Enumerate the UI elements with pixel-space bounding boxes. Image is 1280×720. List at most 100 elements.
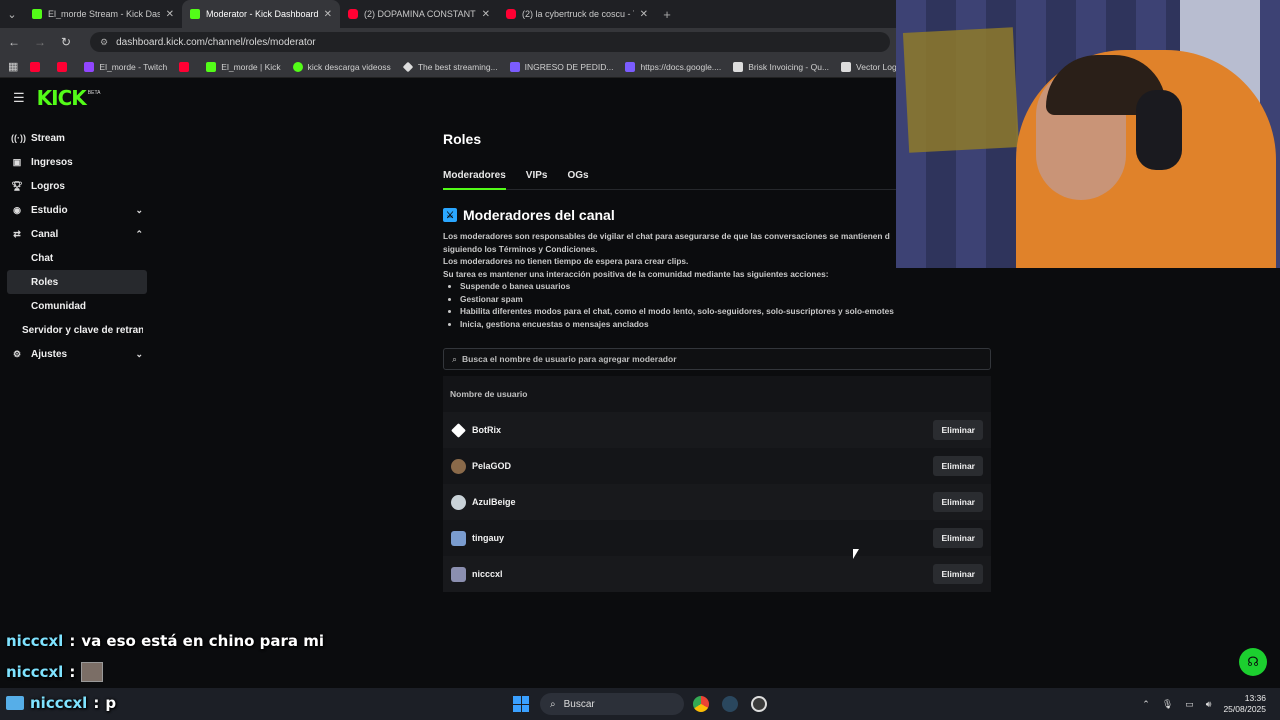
table-header: Nombre de usuario [443, 376, 991, 412]
sidebar-item-label: Ajustes [31, 348, 68, 360]
table-row: tingauy Eliminar [443, 520, 991, 556]
tab-moderadores[interactable]: Moderadores [443, 170, 506, 190]
sidebar-item-logros[interactable]: 🏆︎ Logros [0, 174, 155, 198]
hamburger-menu-icon[interactable]: ☰ [13, 90, 25, 106]
chevron-down-icon[interactable]: ⌄ [135, 349, 143, 360]
url-text: dashboard.kick.com/channel/roles/moderat… [116, 36, 316, 48]
site-info-icon[interactable]: ⚙ [100, 37, 108, 48]
sidebar-item-label: Canal [31, 228, 59, 240]
tab-search-chevron-icon[interactable]: ⌄ [0, 0, 24, 28]
form-icon [625, 61, 636, 72]
chat-badge [6, 696, 24, 710]
taskbar-search[interactable]: ⌕ Buscar [540, 693, 684, 715]
studio-icon: ◉ [13, 204, 21, 215]
browser-tab-4[interactable]: (2) la cybertruck de coscu - You ✕ [498, 0, 656, 28]
broadcast-icon: ((·)) [11, 133, 26, 143]
remove-moderator-button[interactable]: Eliminar [933, 492, 983, 512]
sidebar-item-label: Ingresos [31, 156, 73, 168]
remove-moderator-button[interactable]: Eliminar [933, 456, 983, 476]
bookmark-item[interactable]: El_morde | Kick [206, 61, 281, 72]
windows-start-icon[interactable] [513, 696, 529, 712]
chat-username: nicccxl [6, 632, 64, 650]
url-bar[interactable]: ⚙ dashboard.kick.com/channel/roles/moder… [90, 32, 890, 52]
mouse-cursor [853, 549, 859, 559]
tab-vips[interactable]: VIPs [526, 170, 548, 190]
windows-taskbar: ⌕ Buscar ⌃ 🎙︎ ▭ 🔊︎ 13:36 25/08/2025 [0, 688, 1280, 720]
chevron-up-icon[interactable]: ⌃ [135, 229, 143, 240]
sidebar-item-ajustes[interactable]: ⚙ Ajustes ⌄ [0, 342, 155, 366]
bookmark-label: The best streaming... [417, 61, 498, 72]
bookmark-item[interactable] [30, 61, 45, 72]
headphones-icon [1136, 90, 1182, 170]
chrome-icon[interactable] [693, 696, 709, 712]
browser-tab-1[interactable]: El_morde Stream - Kick Dashbo ✕ [24, 0, 182, 28]
list-item: Habilita diferentes modos para el chat, … [460, 305, 1003, 318]
new-tab-button[interactable]: + [656, 0, 678, 28]
browser-tab-2[interactable]: Moderator - Kick Dashboard ✕ [182, 0, 340, 28]
clock-time: 13:36 [1244, 693, 1266, 703]
close-icon[interactable]: ✕ [640, 9, 648, 20]
bookmark-label: El_morde - Twitch [99, 61, 168, 72]
sidebar-item-label: Comunidad [31, 300, 86, 312]
steam-icon[interactable] [722, 696, 738, 712]
bookmark-label: https://docs.google.... [640, 61, 722, 72]
bookmark-item[interactable]: INGRESO DE PEDID... [509, 61, 613, 72]
kick-favicon-icon [190, 9, 200, 19]
remove-moderator-button[interactable]: Eliminar [933, 564, 983, 584]
sidebar-item-ingresos[interactable]: ▣ Ingresos [0, 150, 155, 174]
close-icon[interactable]: ✕ [324, 9, 332, 20]
chat-overlay-line: nicccxl: [6, 662, 104, 682]
close-icon[interactable]: ✕ [482, 9, 490, 20]
apps-grid-icon[interactable]: ▦ [8, 60, 18, 73]
kick-logo[interactable]: KICK [37, 86, 87, 110]
bookmark-item[interactable]: kick descarga videoss [292, 61, 391, 72]
reload-icon[interactable]: ↻ [58, 35, 74, 49]
obs-icon[interactable] [751, 696, 767, 712]
moderator-search[interactable]: ⌕ [443, 348, 991, 370]
close-icon[interactable]: ✕ [166, 9, 174, 20]
sidebar-item-servidor[interactable]: Servidor y clave de retrans [0, 318, 155, 342]
sidebar: ☰ KICK BETA ((·)) Stream ▣ Ingresos 🏆︎ L… [0, 78, 155, 688]
bookmark-label: kick descarga videoss [307, 61, 391, 72]
bookmark-item[interactable] [57, 61, 72, 72]
sidebar-item-label: Roles [31, 276, 59, 288]
support-chat-button[interactable]: ☊ [1239, 648, 1267, 676]
browser-tab-3[interactable]: (2) DOPAMINA CONSTANTE 🔥 ✕ [340, 0, 498, 28]
sidebar-subitem-chat[interactable]: Chat [7, 246, 147, 270]
chat-separator: : [93, 694, 100, 712]
search-input[interactable] [462, 354, 990, 364]
moderator-name: AzulBeige [472, 497, 516, 507]
forward-arrow-icon[interactable]: → [32, 35, 48, 49]
sidebar-item-stream[interactable]: ((·)) Stream [0, 126, 155, 150]
chevron-up-icon[interactable]: ⌃ [1142, 699, 1150, 710]
list-item: Suspende o banea usuarios [460, 280, 1003, 293]
sword-icon: ⚔ [443, 208, 457, 222]
clock[interactable]: 13:36 25/08/2025 [1223, 693, 1266, 715]
bookmark-item[interactable]: https://docs.google.... [625, 61, 722, 72]
bookmark-item[interactable]: Brisk Invoicing - Qu... [733, 61, 829, 72]
tab-title: El_morde Stream - Kick Dashbo [48, 9, 160, 19]
chevron-down-icon[interactable]: ⌄ [135, 205, 143, 216]
moderator-name: BotRix [472, 425, 501, 435]
sidebar-item-canal[interactable]: ⇄ Canal ⌃ [0, 222, 155, 246]
tab-ogs[interactable]: OGs [567, 170, 588, 190]
network-icon[interactable]: ▭ [1185, 699, 1194, 710]
money-icon: ▣ [12, 156, 22, 167]
bookmark-item[interactable]: The best streaming... [402, 61, 498, 72]
bookmark-item[interactable]: El_morde - Twitch [84, 61, 168, 72]
back-arrow-icon[interactable]: ← [6, 35, 22, 49]
section-title-text: Moderadores del canal [463, 207, 615, 223]
diamond-icon [402, 61, 414, 72]
avatar [451, 458, 466, 474]
tab-title: (2) DOPAMINA CONSTANTE 🔥 [364, 8, 476, 19]
sidebar-item-estudio[interactable]: ◉ Estudio ⌄ [0, 198, 155, 222]
avatar [451, 566, 466, 582]
remove-moderator-button[interactable]: Eliminar [933, 528, 983, 548]
sidebar-subitem-comunidad[interactable]: Comunidad [7, 294, 147, 318]
microphone-icon[interactable]: 🎙︎ [1162, 699, 1173, 710]
bookmark-item[interactable] [179, 61, 194, 72]
sidebar-subitem-roles[interactable]: Roles [7, 270, 147, 294]
remove-moderator-button[interactable]: Eliminar [933, 420, 983, 440]
table-row: BotRix Eliminar [443, 412, 991, 448]
volume-icon[interactable]: 🔊︎ [1206, 699, 1212, 710]
